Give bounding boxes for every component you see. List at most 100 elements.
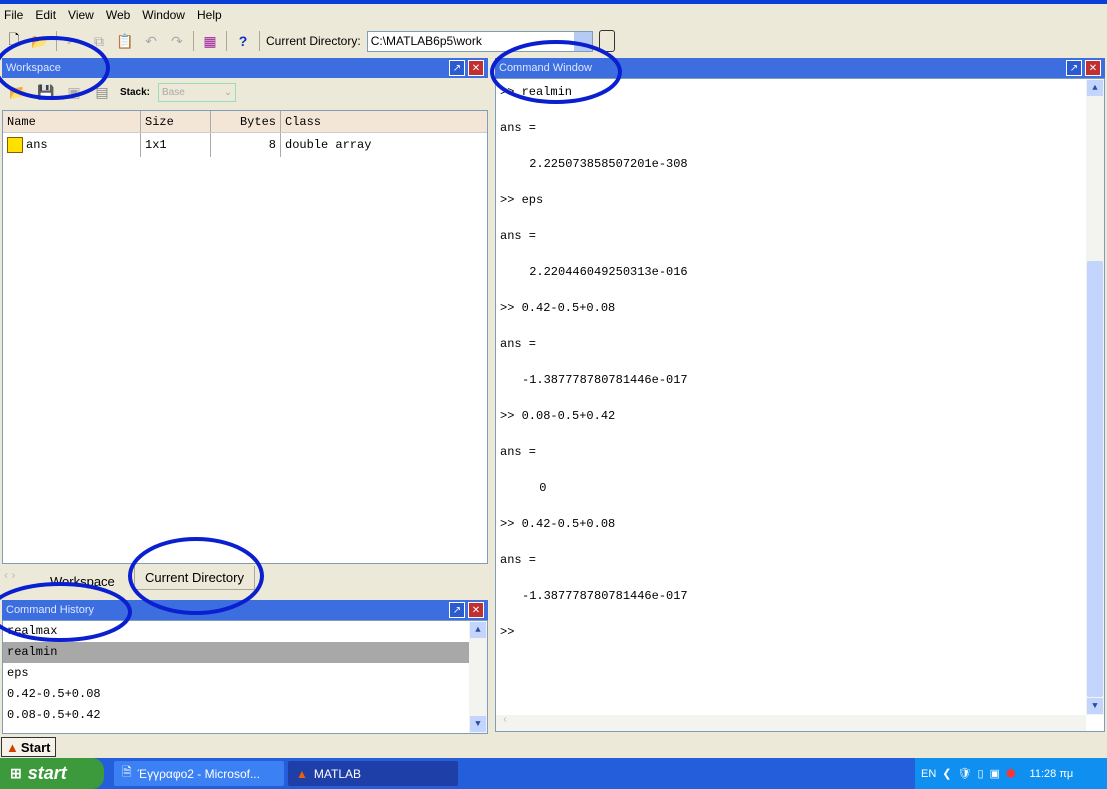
history-list: realmax realmin eps 0.42-0.5+0.08 0.08-0… [2,620,488,734]
scroll-tabs-arrows[interactable]: ‹ › [4,568,15,582]
history-title-bar: Command History ↗ ✕ [2,600,488,620]
command-line [496,209,1104,227]
help-icon[interactable]: ? [233,31,253,51]
chevron-down-icon: ⌄ [223,86,236,98]
separator [259,31,260,51]
column-size[interactable]: Size [141,111,211,132]
separator [56,31,57,51]
command-line: ans = [500,337,537,351]
menu-edit[interactable]: Edit [35,8,56,22]
chevron-down-icon[interactable] [573,31,592,51]
separator [193,31,194,51]
history-item[interactable]: 0.42-0.5+0.08 [3,684,469,705]
scroll-up-icon[interactable]: ▲ [470,622,486,638]
browse-button[interactable] [598,30,615,52]
menu-web[interactable]: Web [106,8,130,22]
windows-start-button[interactable]: ⊞ start [0,758,104,789]
monitor-icon[interactable]: ▣ [990,767,1000,780]
command-line: ans = [500,229,537,243]
cut-icon[interactable]: ✂ [63,31,83,51]
history-scrollbar[interactable]: ▲ ▼ [469,621,487,733]
array-editor-icon[interactable]: ▤ [92,82,112,102]
command-line [496,569,1104,587]
history-item-selected[interactable]: realmin [3,642,469,663]
workspace-title-bar: Workspace ↗ ✕ [2,58,488,78]
command-line: ans = [500,553,537,567]
menu-help[interactable]: Help [197,8,222,22]
scroll-up-icon[interactable]: ▲ [1087,80,1103,96]
scroll-down-icon[interactable]: ▼ [1087,698,1103,714]
matlab-icon: ▲ [296,766,308,781]
table-row[interactable]: ans 1x1 8 double array [3,133,487,157]
command-line [496,533,1104,551]
clock: 11:28 πμ [1029,767,1074,780]
menu-file[interactable]: File [4,8,23,22]
close-icon[interactable]: ✕ [1085,60,1101,76]
command-line: ans = [500,121,537,135]
copy-icon[interactable]: ⧉ [89,31,109,51]
undock-icon[interactable]: ↗ [1066,60,1082,76]
menu-window[interactable]: Window [142,8,185,22]
device-icon[interactable]: ▯ [977,767,983,780]
var-size: 1x1 [141,133,211,157]
command-window-title-bar: Command Window ↗ ✕ [495,58,1105,78]
undo-icon[interactable]: ↶ [141,31,161,51]
alert-shield-icon[interactable]: ⬢ [1006,767,1016,780]
menu-view[interactable]: View [68,8,94,22]
task-matlab[interactable]: ▲ MATLAB [288,761,458,786]
open-icon[interactable]: 📂 [8,82,28,102]
delete-icon[interactable]: ▣ [64,82,84,102]
redo-icon[interactable]: ↷ [167,31,187,51]
simulink-icon[interactable]: ▦ [200,31,220,51]
separator [226,31,227,51]
scroll-down-icon[interactable]: ▼ [470,716,486,732]
paste-icon[interactable]: 📋 [115,31,135,51]
save-icon[interactable]: 💾 [36,82,56,102]
tab-workspace[interactable]: Workspace [50,574,115,589]
command-output[interactable]: >> realmin ans = 2.225073858507201e-308 >>… [495,78,1105,732]
matrix-icon [7,137,23,153]
command-line [496,461,1104,479]
undock-icon[interactable]: ↗ [449,602,465,618]
security-shield-icon[interactable]: 🛡 [958,767,972,780]
panel-tabs: ‹ › Workspace Current Directory [2,566,488,594]
column-name[interactable]: Name [3,111,141,132]
history-item[interactable]: eps [3,663,469,684]
command-horizontal-scrollbar[interactable]: ‹ [496,715,1086,731]
command-line: >> 0.42-0.5+0.08 [500,301,616,315]
windows-logo-icon: ⊞ [10,765,22,781]
open-folder-icon[interactable]: 📂 [30,31,50,51]
workspace-table: Name Size Bytes Class ans 1x1 8 double a… [2,110,488,564]
history-item[interactable]: 0.08-0.5+0.42 [3,705,469,726]
command-history-panel: Command History ↗ ✕ realmax realmin eps 0… [2,600,488,734]
table-header: Name Size Bytes Class [3,111,487,133]
history-title: Command History [6,604,95,616]
close-icon[interactable]: ✕ [468,60,484,76]
scrollbar-thumb[interactable] [1087,261,1103,697]
command-line [496,245,1104,263]
command-line [496,497,1104,515]
command-line: 2.225073858507201e-308 [522,157,688,171]
column-class[interactable]: Class [281,111,481,132]
new-file-icon[interactable]: 🗋 [4,31,24,51]
undock-icon[interactable]: ↗ [449,60,465,76]
language-indicator[interactable]: EN [921,768,936,780]
command-line: >> 0.42-0.5+0.08 [500,517,616,531]
column-bytes[interactable]: Bytes [211,111,281,132]
history-item[interactable]: realmax [3,621,469,642]
task-word[interactable]: 🗎 Έγγραφο2 - Microsof... [114,761,284,786]
command-window-panel: Command Window ↗ ✕ >> realmin ans = 2.2250… [495,58,1105,734]
matlab-start-button[interactable]: ▲ Start [1,737,56,757]
command-vertical-scrollbar[interactable]: ▲ ▼ [1086,79,1104,715]
command-line: >> realmin [500,85,573,99]
matlab-start-bar [0,736,1107,758]
close-icon[interactable]: ✕ [468,602,484,618]
start-label: Start [20,739,51,755]
tray-expand-icon[interactable]: ❮ [942,767,951,780]
stack-select[interactable]: Base ⌄ [158,82,237,102]
command-line [496,137,1104,155]
current-directory-input[interactable]: C:\MATLAB6p5\work [366,30,593,52]
stack-label: Stack: [120,86,151,98]
command-line: ans = [500,445,537,459]
tab-current-directory[interactable]: Current Directory [134,566,255,590]
